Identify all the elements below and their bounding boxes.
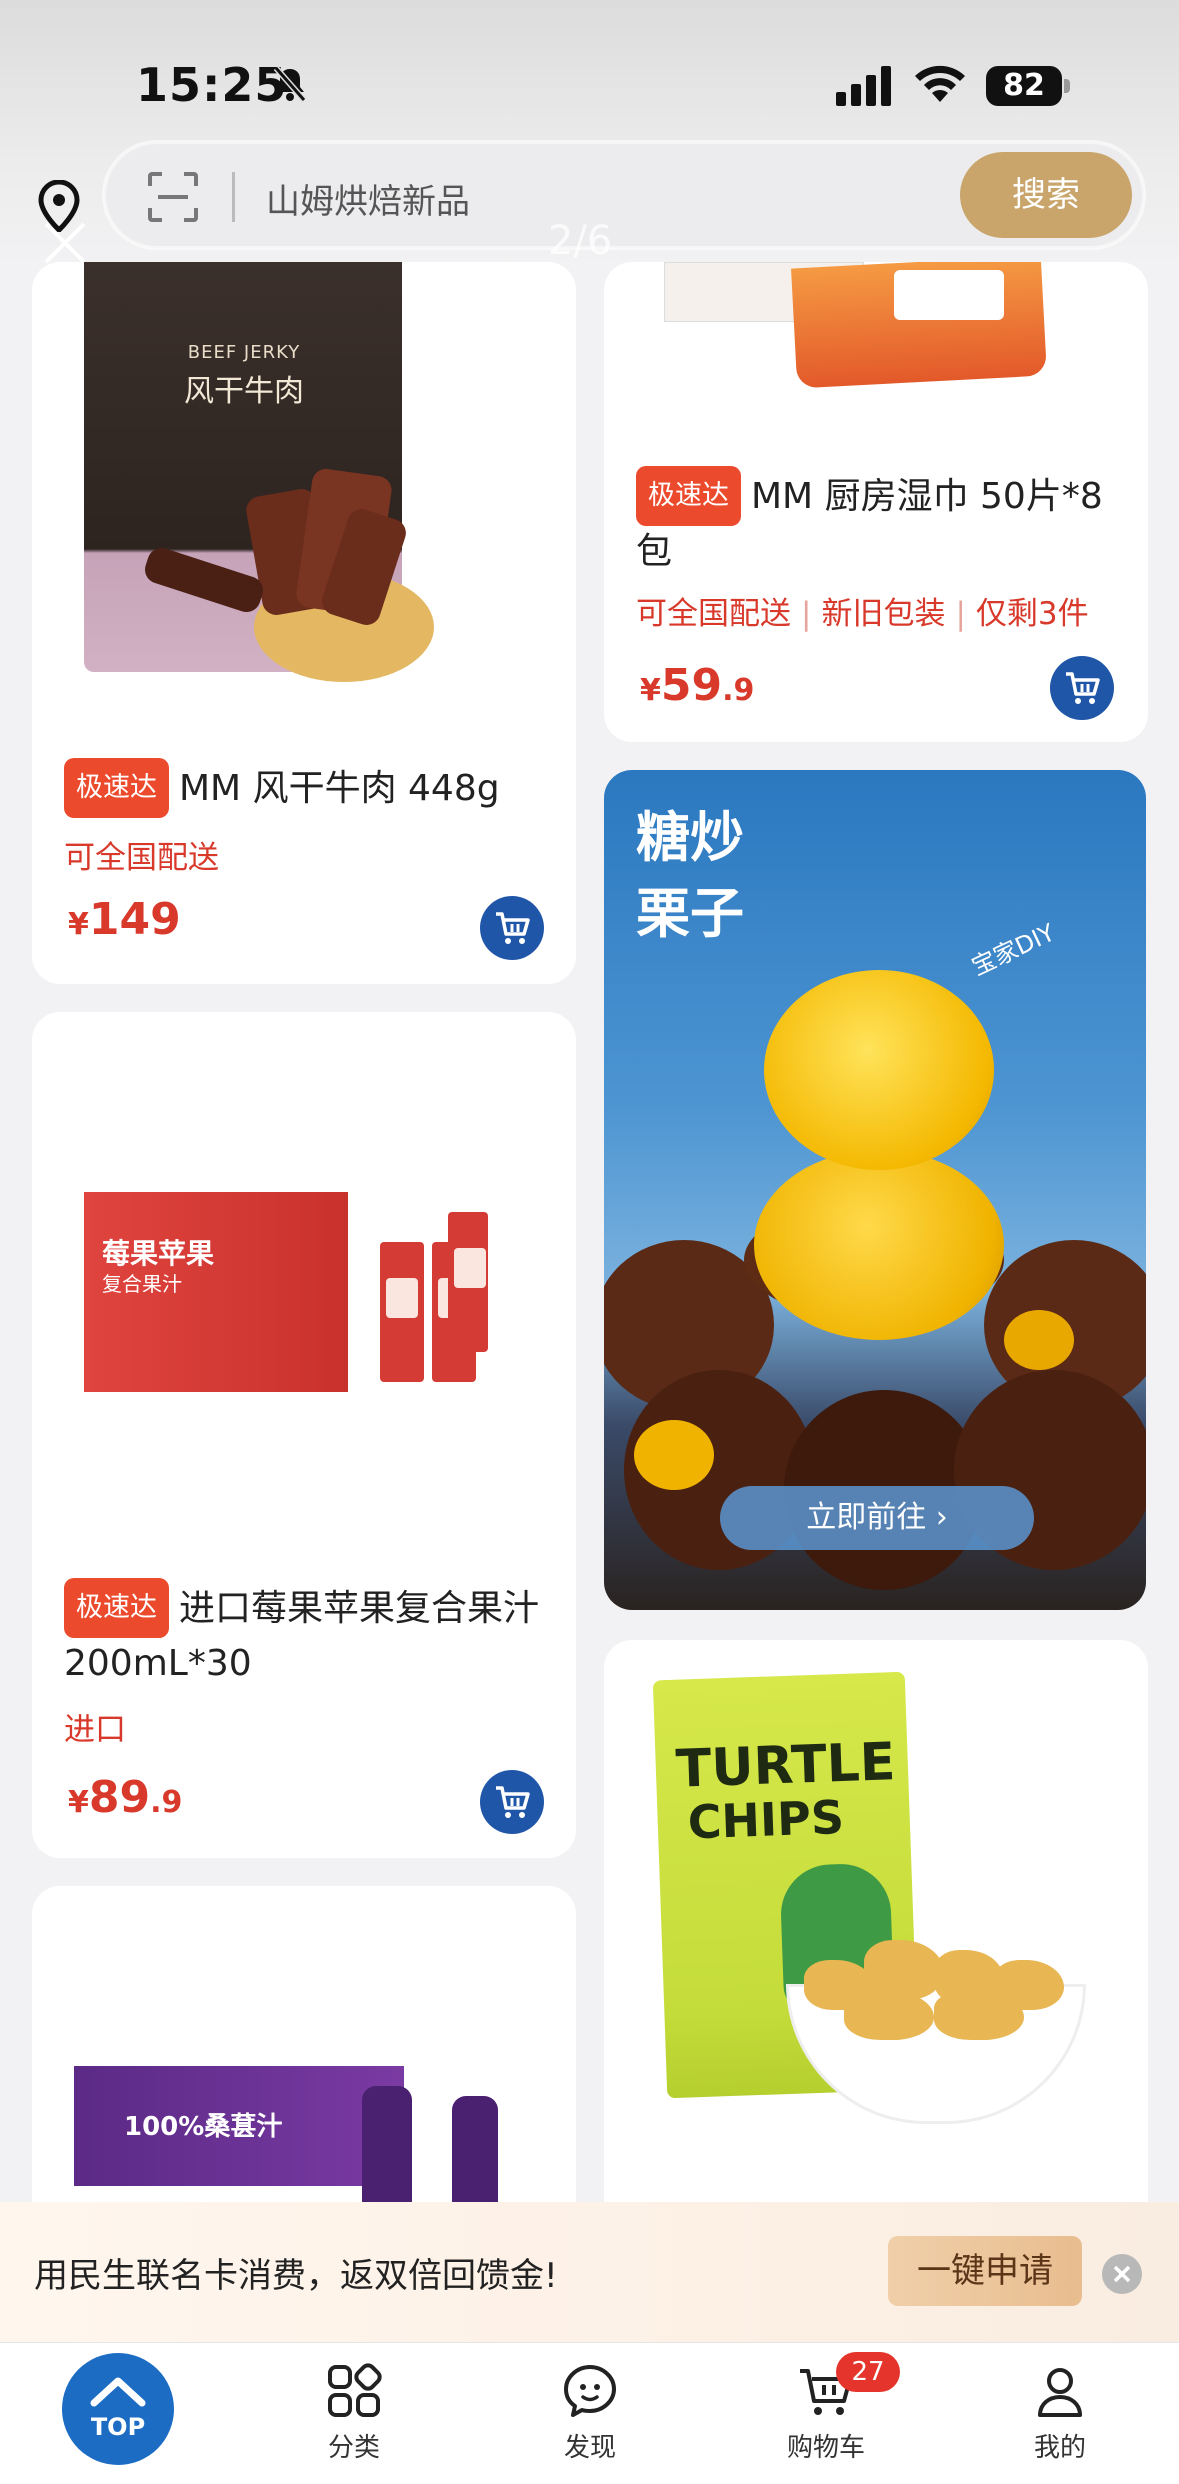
express-badge: 极速达 [64, 1578, 169, 1638]
product-price: ¥59.9 [640, 660, 755, 711]
chips-package-line2: CHIPS [686, 1789, 845, 1850]
tag-packaging: 新旧包装 [821, 596, 946, 632]
tab-label: 发现 [563, 2433, 616, 2463]
battery-level: 82 [986, 66, 1062, 106]
tab-label: 我的 [1033, 2433, 1086, 2463]
jerky-package-label-cn: 风干牛肉 [184, 374, 304, 409]
express-badge: 极速达 [636, 466, 741, 526]
close-icon[interactable] [40, 218, 90, 268]
search-bar[interactable]: 山姆烘焙新品 搜索 [104, 142, 1144, 248]
product-image-wipes[interactable] [664, 262, 1064, 389]
juice-package-label: 莓果苹果 [102, 1237, 215, 1270]
add-cart-icon [496, 912, 530, 944]
banner-go-button[interactable]: 立即前往 › [720, 1486, 1034, 1550]
promo-text: 用民生联名卡消费，返双倍回馈金! [34, 2256, 558, 2296]
tab-label: 购物车 [786, 2433, 865, 2463]
tag-nationwide: 可全国配送 [636, 596, 791, 632]
discover-icon [564, 2365, 616, 2417]
banner-tag: 宝家DIY [967, 918, 1060, 982]
tag-imported: 进口 [64, 1712, 126, 1748]
product-price: ¥89.9 [68, 1772, 183, 1823]
back-to-top-button[interactable]: TOP [62, 2353, 174, 2465]
wifi-icon [915, 65, 965, 102]
battery-indicator: 82 [986, 66, 1070, 106]
promo-banner-chestnuts[interactable]: 糖炒栗子 宝家DIY 立即前往 › [604, 770, 1146, 1610]
add-to-cart-button[interactable] [1050, 656, 1114, 720]
tab-discover[interactable]: 发现 [520, 2361, 660, 2464]
scan-icon[interactable] [146, 170, 200, 224]
banner-title: 糖炒栗子 [636, 806, 744, 945]
product-image-juice[interactable]: 莓果苹果 复合果汁 [32, 1012, 576, 1432]
profile-icon [1038, 2368, 1082, 2417]
silent-bell-icon [273, 66, 307, 102]
add-cart-icon [1066, 672, 1100, 704]
product-title-text: MM 风干牛肉 448g [179, 768, 500, 809]
image-pager: 2/6 [548, 218, 613, 264]
search-divider [232, 172, 235, 222]
product-image-jerky[interactable]: BEEF JERKY 风干牛肉 [84, 262, 434, 682]
jerky-package-label-en: BEEF JERKY [187, 342, 301, 363]
add-to-cart-button[interactable] [480, 896, 544, 960]
promo-close-button[interactable] [1102, 2254, 1142, 2294]
tab-label: 分类 [327, 2433, 380, 2463]
add-cart-icon [496, 1786, 530, 1818]
search-input[interactable]: 山姆烘焙新品 [266, 174, 470, 223]
close-icon [1113, 2265, 1131, 2283]
product-title[interactable]: 极速达 MM 厨房湿巾 50片*8包 [636, 466, 1116, 578]
tag-stock-left: 仅剩3件 [975, 596, 1089, 632]
promo-bar: 用民生联名卡消费，返双倍回馈金! 一键申请 [0, 2202, 1179, 2342]
tab-category[interactable]: 分类 [284, 2361, 424, 2464]
product-image-chips[interactable]: TURTLE CHIPS [604, 1640, 1148, 2160]
top-label: TOP [90, 2413, 146, 2441]
product-price: ¥149 [68, 894, 181, 945]
bottom-tab-bar: TOP 分类 发现 购物车 我的 [0, 2342, 1179, 2484]
signal-icon [836, 66, 891, 106]
product-card-juice[interactable]: 莓果苹果 复合果汁 极速达 进口莓果苹果复合果汁 200mL*30 进口 ¥89.… [32, 1012, 576, 1858]
status-bar: 15:25 82 [0, 0, 1179, 150]
add-to-cart-button[interactable] [480, 1770, 544, 1834]
product-title[interactable]: 极速达 进口莓果苹果复合果汁 200mL*30 [64, 1578, 544, 1690]
tab-profile[interactable]: 我的 [990, 2361, 1130, 2464]
product-tags: 可全国配送 [64, 832, 219, 877]
product-card-wipes[interactable]: 极速达 MM 厨房湿巾 50片*8包 可全国配送 | 新旧包装 | 仅剩3件 ¥59.9 [604, 262, 1148, 742]
product-card-jerky[interactable]: BEEF JERKY 风干牛肉 极速达 MM 风干牛肉 448g 可全国配送 ¥1… [32, 262, 576, 984]
juice-package-sublabel: 复合果汁 [102, 1272, 182, 1296]
up-chevron-icon [90, 2377, 146, 2407]
product-title[interactable]: 极速达 MM 风干牛肉 448g [64, 758, 544, 818]
status-time: 15:25 [136, 58, 288, 112]
express-badge: 极速达 [64, 758, 169, 818]
search-button[interactable]: 搜索 [960, 152, 1132, 238]
product-tags: 进口 [64, 1704, 126, 1749]
cart-count-badge: 27 [836, 2352, 900, 2392]
product-card-chips[interactable]: TURTLE CHIPS [604, 1640, 1148, 2240]
category-icon [328, 2363, 382, 2417]
mulberry-package-label: 100%桑葚汁 [124, 2112, 283, 2142]
apply-now-button[interactable]: 一键申请 [888, 2236, 1082, 2306]
product-tags: 可全国配送 | 新旧包装 | 仅剩3件 [636, 596, 1089, 632]
chips-package-line1: TURTLE [674, 1732, 897, 1800]
tag-nationwide: 可全国配送 [64, 840, 219, 876]
